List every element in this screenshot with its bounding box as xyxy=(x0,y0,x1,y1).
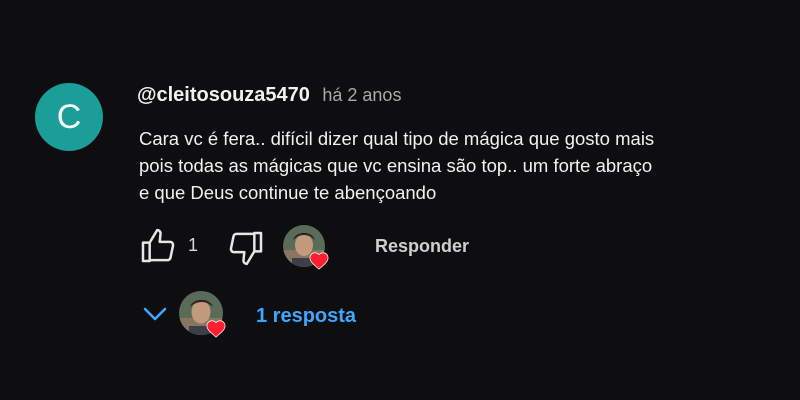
reply-button[interactable]: Responder xyxy=(375,236,469,257)
creator-heart-badge xyxy=(282,224,330,272)
username-link[interactable]: @cleitosouza5470 xyxy=(137,84,310,106)
comment-line: pois todas as mágicas que vc ensina são … xyxy=(139,155,653,176)
reply-author-avatar xyxy=(178,290,228,340)
chevron-down-icon[interactable] xyxy=(142,304,168,324)
creator-heart-icon xyxy=(309,252,329,270)
timestamp[interactable]: há 2 anos xyxy=(322,85,401,105)
comment-text: Cara vc é fera.. difícil dizer qual tipo… xyxy=(139,125,779,206)
like-button[interactable] xyxy=(138,226,178,266)
thumbs-up-icon xyxy=(141,228,175,263)
comment-line: Cara vc é fera.. difícil dizer qual tipo… xyxy=(139,128,655,149)
creator-heart-icon xyxy=(206,320,226,338)
comment-header: @cleitosouza5470 há 2 anos xyxy=(137,84,401,107)
avatar[interactable]: C xyxy=(35,83,103,151)
comment-line: e que Deus continue te abençoando xyxy=(139,182,437,203)
like-count: 1 xyxy=(188,235,199,255)
comment-thread: C @cleitosouza5470 há 2 anos Cara vc é f… xyxy=(0,0,800,400)
thumbs-down-icon xyxy=(229,231,263,266)
replies-count-link[interactable]: 1 resposta xyxy=(256,305,356,328)
dislike-button[interactable] xyxy=(226,228,266,268)
